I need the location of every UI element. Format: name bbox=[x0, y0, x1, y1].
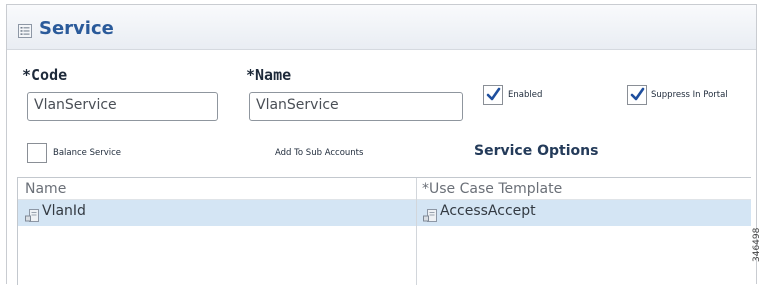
panel-header: Service bbox=[7, 5, 756, 50]
name-input[interactable]: VlanService bbox=[249, 92, 463, 121]
figure-id: 346498 bbox=[752, 227, 762, 262]
row-name-cell: VlanId bbox=[42, 203, 86, 219]
list-form-icon bbox=[18, 23, 32, 38]
service-options-table: Name *Use Case Template VlanId AccessAcc… bbox=[17, 177, 751, 285]
suppress-in-portal-label: Suppress In Portal bbox=[651, 90, 728, 100]
enabled-label: Enabled bbox=[508, 90, 543, 100]
service-options-heading: Service Options bbox=[474, 143, 599, 159]
template-icon bbox=[423, 207, 437, 222]
parameter-icon bbox=[25, 207, 39, 222]
row-template-cell: AccessAccept bbox=[440, 203, 536, 219]
page-title: Service bbox=[39, 18, 114, 39]
add-to-sub-accounts-link[interactable]: Add To Sub Accounts bbox=[275, 148, 363, 158]
balance-service-label: Balance Service bbox=[53, 148, 122, 158]
suppress-in-portal-checkbox[interactable] bbox=[627, 85, 647, 105]
balance-service-checkbox[interactable] bbox=[27, 143, 47, 163]
checkmark-icon bbox=[630, 87, 645, 101]
name-label: *Name bbox=[246, 66, 292, 84]
table-header: Name *Use Case Template bbox=[18, 178, 751, 200]
enabled-checkbox[interactable] bbox=[483, 85, 503, 105]
checkmark-icon bbox=[486, 87, 501, 101]
code-label: *Code bbox=[22, 66, 68, 84]
column-header-name[interactable]: Name bbox=[25, 181, 66, 197]
table-row[interactable]: VlanId AccessAccept bbox=[18, 200, 751, 226]
column-header-use-case-template[interactable]: *Use Case Template bbox=[422, 181, 562, 197]
code-input[interactable]: VlanService bbox=[27, 92, 218, 121]
column-divider bbox=[416, 178, 417, 285]
